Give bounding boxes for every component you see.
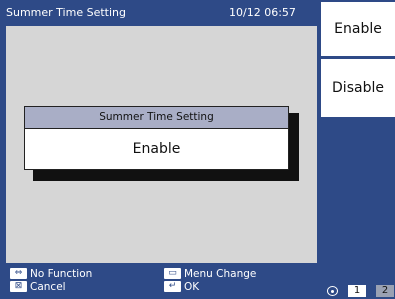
key-hints: ⇔ No Function ⊠ Cancel ▭ Menu Change ↵ O…: [0, 264, 320, 299]
screen: Summer Time Setting 10/12 06:57 Summer T…: [0, 0, 395, 299]
page-title: Summer Time Setting: [6, 6, 126, 19]
enable-button[interactable]: Enable: [321, 2, 395, 56]
page-indicator: 1 2: [327, 285, 394, 297]
hint-ok: ↵ OK: [164, 280, 199, 293]
disable-button[interactable]: Disable: [321, 59, 395, 117]
title-bar: Summer Time Setting 10/12 06:57: [0, 0, 317, 26]
datetime-display: 10/12 06:57: [229, 6, 296, 19]
menu-icon: ▭: [164, 268, 181, 279]
hint-cancel: ⊠ Cancel: [10, 280, 66, 293]
hint-label: Cancel: [30, 280, 66, 293]
hint-label: Menu Change: [184, 267, 257, 280]
hint-no-function: ⇔ No Function: [10, 267, 92, 280]
eye-icon: [327, 286, 338, 296]
page-2-button[interactable]: 2: [376, 285, 394, 297]
hint-menu-change: ▭ Menu Change: [164, 267, 256, 280]
cancel-icon: ⊠: [10, 281, 27, 292]
setting-dialog: Summer Time Setting Enable: [24, 106, 289, 170]
hint-label: No Function: [30, 267, 93, 280]
enter-icon: ↵: [164, 281, 181, 292]
dialog-value: Enable: [132, 141, 181, 157]
page-1-button[interactable]: 1: [348, 285, 366, 297]
left-right-arrows-icon: ⇔: [10, 268, 27, 279]
hint-label: OK: [184, 280, 200, 293]
dialog-title: Summer Time Setting: [25, 107, 288, 129]
